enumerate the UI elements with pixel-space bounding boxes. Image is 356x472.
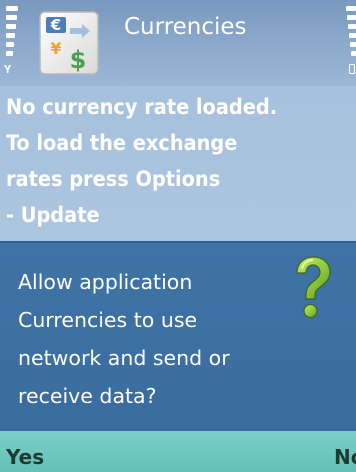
empty-list-message: No currency rate loaded. To load the exc…: [6, 95, 278, 228]
status-pane: 𝚼 € ¥ $ Currencies: [0, 0, 356, 86]
svg-text:¥: ¥: [50, 39, 61, 58]
svg-text:€: €: [50, 16, 61, 34]
app-title: Currencies: [124, 14, 247, 40]
battery-tip-icon: [349, 64, 355, 74]
main-pane: No currency rate loaded. To load the exc…: [0, 86, 356, 241]
currency-exchange-icon: € ¥ $: [39, 11, 99, 75]
phone-screen: 𝚼 € ¥ $ Currencies No currency rate load…: [0, 0, 356, 472]
antenna-icon: 𝚼: [4, 63, 12, 76]
softkey-bar: Yes No: [0, 431, 356, 472]
question-mark-icon: [296, 256, 331, 319]
dialog-message: Allow application Currencies to use netw…: [18, 270, 230, 408]
permission-query-dialog: Allow application Currencies to use netw…: [0, 241, 356, 431]
svg-text:$: $: [70, 46, 87, 74]
yes-softkey[interactable]: Yes: [6, 445, 44, 469]
no-softkey[interactable]: No: [334, 445, 356, 469]
